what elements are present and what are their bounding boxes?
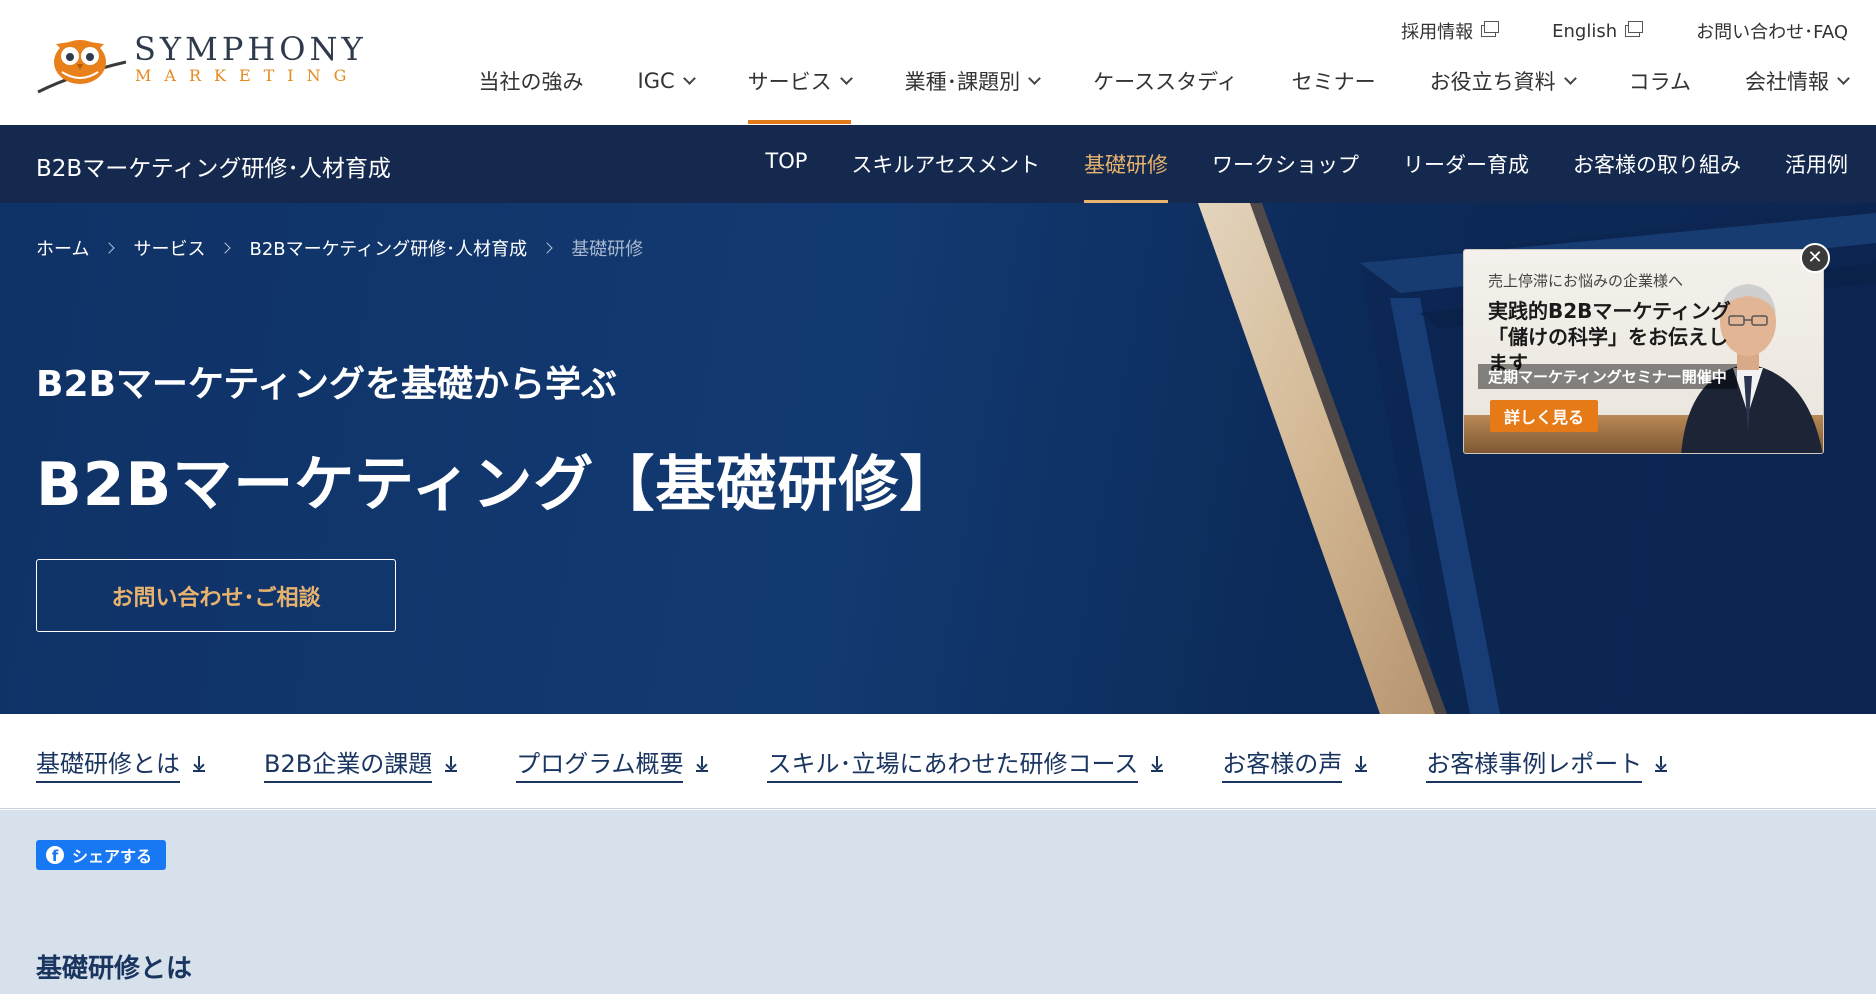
close-icon[interactable]: ✕ [1800,243,1830,273]
site-header: SYMPHONY MARKETING 採用情報 English お問い合わせ･F… [0,0,1876,125]
external-link-icon [1625,21,1644,37]
contact-button[interactable]: お問い合わせ･ご相談 [36,559,396,632]
banner-line1: 売上停滞にお悩みの企業様へ [1488,272,1684,290]
gnav-label: お役立ち資料 [1429,70,1556,94]
english-link-label: English [1552,20,1618,42]
gnav-item-company[interactable]: 会社情報 [1718,62,1850,124]
logo-wordmark: SYMPHONY [134,30,367,68]
gnav-item-igc[interactable]: IGC [611,62,721,124]
subnav-item-use-cases[interactable]: 活用例 [1763,125,1848,203]
contact-faq-link[interactable]: お問い合わせ･FAQ [1696,18,1848,44]
breadcrumb-services[interactable]: サービス [133,235,205,261]
hero-subtitle: B2Bマーケティングを基礎から学ぶ [36,364,618,405]
anchor-voices[interactable]: お客様の声 [1222,744,1368,783]
chevron-down-icon [839,71,853,85]
facebook-share-button[interactable]: f シェアする [36,840,167,870]
anchor-list: 基礎研修とは B2B企業の課題 プログラム概要 スキル･立場にあわせた研修コース… [36,744,1668,783]
section-title: 基礎研修とは [36,954,193,984]
gnav-label: 当社の強み [478,70,584,94]
service-subnav: B2Bマーケティング研修･人材育成 TOP スキルアセスメント 基礎研修 ワーク… [0,125,1876,203]
breadcrumb-chevron-icon [541,242,553,254]
page-anchor-nav: 基礎研修とは B2B企業の課題 プログラム概要 スキル･立場にあわせた研修コース… [0,714,1876,809]
arrow-down-icon [444,755,458,773]
anchor-label: お客様の声 [1222,744,1343,783]
subnav-item-basic-training[interactable]: 基礎研修 [1062,125,1190,203]
anchor-about[interactable]: 基礎研修とは [36,744,206,783]
breadcrumb: ホーム サービス B2Bマーケティング研修･人材育成 基礎研修 [36,235,643,261]
subnav-items: TOP スキルアセスメント 基礎研修 ワークショップ リーダー育成 お客様の取り… [743,125,1848,203]
gnav-item-strengths[interactable]: 当社の強み [452,62,611,124]
arrow-down-icon [695,755,709,773]
main-content: f シェアする 基礎研修とは [0,810,1876,994]
anchor-label: プログラム概要 [516,744,684,783]
gnav-label: サービス [747,70,832,94]
contact-faq-label: お問い合わせ･FAQ [1696,22,1848,43]
gnav-item-case-study[interactable]: ケーススタディ [1066,62,1264,124]
facebook-icon: f [46,846,64,864]
chevron-down-icon [682,71,696,85]
seminar-banner[interactable]: 売上停滞にお悩みの企業様へ 実践的B2Bマーケティング「儲けの科学」をお伝えしま… [1463,249,1824,454]
english-link[interactable]: English [1552,18,1644,44]
gnav-item-industry[interactable]: 業種･課題別 [878,62,1067,124]
recruit-link-label: 採用情報 [1401,22,1474,43]
chevron-down-icon [1028,71,1042,85]
banner-seminar-text: 定期マーケティングセミナー開催中 [1478,364,1737,389]
utility-nav: 採用情報 English お問い合わせ･FAQ [1401,18,1848,44]
symphony-logo[interactable]: SYMPHONY MARKETING [34,22,363,100]
chevron-down-icon [1563,71,1577,85]
anchor-case-reports[interactable]: お客様事例レポート [1426,744,1668,783]
external-link-icon [1481,21,1500,37]
subnav-item-leader[interactable]: リーダー育成 [1381,125,1551,203]
gnav-item-column[interactable]: コラム [1602,62,1718,124]
arrow-down-icon [192,755,206,773]
recruit-link[interactable]: 採用情報 [1401,18,1500,44]
anchor-courses[interactable]: スキル･立場にあわせた研修コース [767,744,1164,783]
chevron-down-icon [1837,71,1850,85]
breadcrumb-chevron-icon [219,242,232,254]
breadcrumb-chevron-icon [103,242,116,254]
subnav-title[interactable]: B2Bマーケティング研修･人材育成 [36,149,391,183]
anchor-label: お客様事例レポート [1426,744,1643,783]
gnav-item-services[interactable]: サービス [721,62,878,124]
subnav-item-skill-assessment[interactable]: スキルアセスメント [829,125,1062,203]
subnav-item-workshop[interactable]: ワークショップ [1190,125,1381,203]
share-label: シェアする [72,847,153,866]
gnav-item-seminar[interactable]: セミナー [1265,62,1403,124]
gnav-label: 業種･課題別 [904,70,1021,94]
anchor-program[interactable]: プログラム概要 [516,744,709,783]
subnav-item-top[interactable]: TOP [743,125,829,203]
anchor-challenges[interactable]: B2B企業の課題 [264,744,458,783]
page-title: B2Bマーケティング【基礎研修】 [36,450,961,520]
owl-logo-icon [37,40,127,94]
breadcrumb-home[interactable]: ホーム [36,235,89,261]
anchor-label: 基礎研修とは [36,744,180,783]
gnav-label: コラム [1628,70,1691,94]
gnav-label: IGC [637,69,675,93]
gnav-label: セミナー [1291,70,1376,94]
anchor-label: B2B企業の課題 [264,744,433,783]
gnav-item-resources[interactable]: お役立ち資料 [1403,62,1602,124]
logo-submark: MARKETING [135,66,360,85]
gnav-label: ケーススタディ [1093,70,1238,94]
subnav-item-customer-efforts[interactable]: お客様の取り組み [1551,125,1763,203]
breadcrumb-current: 基礎研修 [571,239,644,260]
arrow-down-icon [1654,755,1668,773]
banner-details-button[interactable]: 詳しく見る [1490,400,1599,432]
gnav-label: 会社情報 [1745,70,1829,94]
arrow-down-icon [1354,755,1368,773]
global-nav: 当社の強み IGC サービス 業種･課題別 ケーススタディ セミナー お役立ち資… [452,62,1850,124]
anchor-label: スキル･立場にあわせた研修コース [767,744,1139,783]
arrow-down-icon [1150,755,1164,773]
breadcrumb-b2b-training[interactable]: B2Bマーケティング研修･人材育成 [249,235,527,261]
